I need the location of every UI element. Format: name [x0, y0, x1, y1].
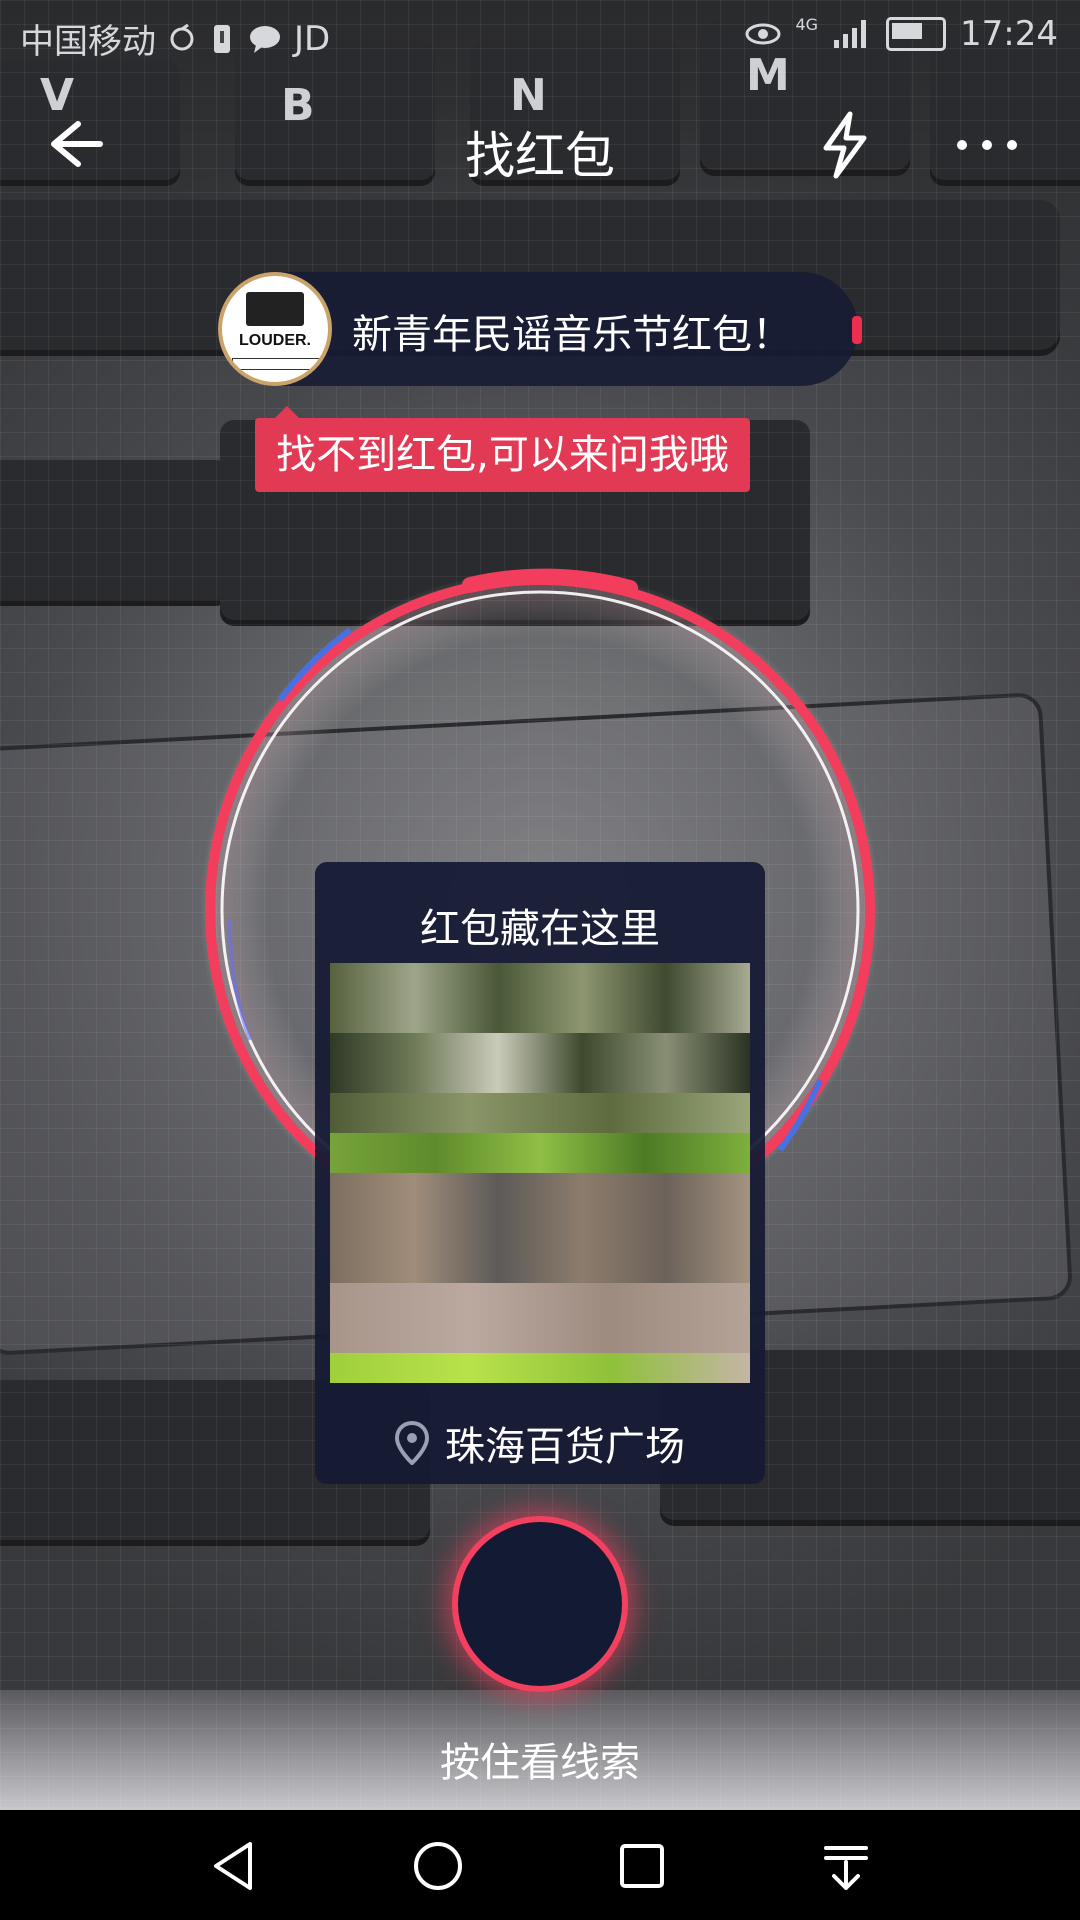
header: 找红包 — [0, 92, 1080, 202]
logo-text: LOUDER. — [239, 332, 311, 349]
lightning-icon[interactable] — [810, 110, 880, 180]
clock: 17:24 — [960, 14, 1058, 54]
recents-square-icon[interactable] — [614, 1838, 670, 1894]
system-nav-bar — [0, 1810, 1080, 1920]
carrier-label: 中国移动 — [20, 22, 156, 62]
hold-to-view-clue-button[interactable] — [452, 1516, 628, 1692]
home-circle-icon[interactable] — [410, 1838, 466, 1894]
network-type: 4G — [795, 14, 819, 34]
sponsor-logo: LOUDER. — [218, 272, 332, 386]
jd-app-badge: JD — [294, 18, 331, 59]
signal-icon — [834, 20, 867, 48]
banner-text: 新青年民谣音乐节红包！ — [352, 312, 792, 358]
clue-card-title: 红包藏在这里 — [420, 906, 660, 952]
location-pin-icon — [395, 1421, 429, 1465]
status-bar: 中国移动 JD 4G 17:24 — [0, 0, 1080, 72]
battery-icon — [886, 17, 947, 51]
clue-location: 珠海百货广场 — [315, 1414, 765, 1472]
help-hint[interactable]: 找不到红包,可以来问我哦 — [255, 406, 750, 492]
sponsor-banner[interactable]: LOUDER. 新青年民谣音乐节红包！ — [218, 272, 862, 386]
more-dots-icon[interactable] — [952, 120, 1022, 170]
message-bubble-icon — [250, 25, 280, 53]
banner-edge-accent — [852, 316, 862, 344]
logo-mark — [246, 292, 304, 326]
hold-button-label: 按住看线索 — [440, 1740, 640, 1786]
clue-card[interactable]: 红包藏在这里 珠海百货广场 — [315, 862, 765, 1484]
back-triangle-icon[interactable] — [206, 1838, 262, 1894]
page-title: 找红包 — [465, 127, 615, 185]
logo-sub-box — [232, 358, 320, 370]
sync-icon — [170, 23, 194, 50]
eye-icon — [745, 23, 781, 45]
location-name: 珠海百货广场 — [445, 1424, 685, 1470]
clue-photo — [330, 963, 750, 1383]
sim-icon — [214, 24, 230, 53]
notification-pull-icon[interactable] — [818, 1838, 874, 1894]
